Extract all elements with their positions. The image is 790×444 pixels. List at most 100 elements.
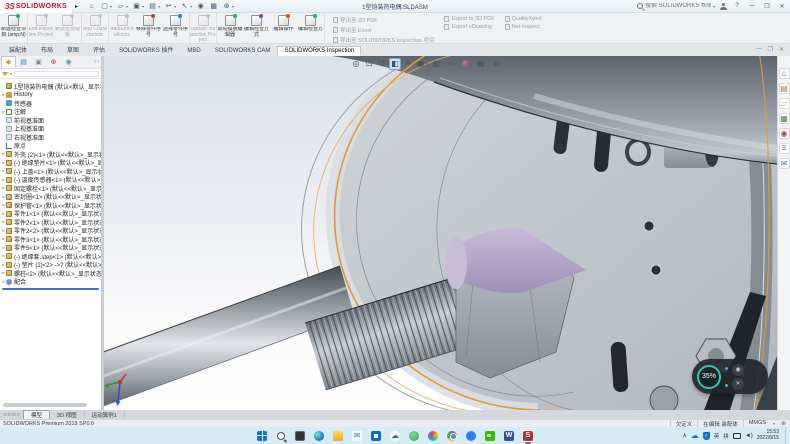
search-button[interactable] <box>275 430 287 442</box>
file-explorer-icon[interactable] <box>332 430 344 442</box>
section-view-icon[interactable] <box>389 58 401 70</box>
volume-icon[interactable]: ◄) <box>745 433 753 439</box>
chrome-icon[interactable] <box>446 430 458 442</box>
screen-recorder-overlay[interactable]: 35% ◉ ✕ <box>692 359 768 394</box>
export-menu-item[interactable]: Export eDrawing <box>444 24 494 30</box>
new-inspection-template[interactable]: 新建检查模板 <box>54 13 81 43</box>
file-explorer-icon[interactable] <box>779 98 790 109</box>
previous-view-icon[interactable] <box>376 58 388 70</box>
home-icon[interactable]: ⌂ <box>87 2 96 11</box>
export-menu-item[interactable]: 导出至 2D PDF <box>333 16 434 24</box>
tree-item[interactable]: 上视基准面 <box>1 125 101 134</box>
open-icon[interactable]: ▱ <box>116 2 128 11</box>
blue-app-icon[interactable] <box>465 430 477 442</box>
filter-caret-icon[interactable]: ▾ <box>10 71 12 76</box>
tab-scroll-controls[interactable] <box>0 413 23 417</box>
tab-featuremanager[interactable] <box>1 56 16 68</box>
rebuild-lights-icon[interactable]: ◉ <box>196 2 205 11</box>
add-edit-balloons[interactable]: Add/Edit Balloons <box>108 13 135 43</box>
export-menu-item[interactable]: Net-Inspect <box>505 24 542 30</box>
search-input[interactable] <box>645 3 711 9</box>
edit-inspection-methods[interactable]: 编辑检查方式 <box>243 13 270 43</box>
recorder-stop-button[interactable]: ✕ <box>732 378 744 390</box>
display-tray-icon[interactable] <box>733 433 741 439</box>
edge-icon[interactable] <box>313 430 325 442</box>
tree-item[interactable]: 前视基准面 <box>1 116 101 125</box>
ribbon-tab[interactable]: MBD <box>180 46 207 56</box>
solidworks-forum-icon[interactable] <box>779 158 790 169</box>
model-tab[interactable]: 运动算例1 <box>85 410 125 419</box>
edit-operations[interactable]: 编辑操作 <box>270 13 297 43</box>
login-icon[interactable] <box>720 3 727 10</box>
show-desktop-button[interactable] <box>785 427 787 444</box>
remove-balloons[interactable]: 移除零件序号 <box>135 13 162 43</box>
display-style-icon[interactable] <box>431 58 446 70</box>
security-shield-icon[interactable]: ✓ <box>703 432 710 440</box>
launch-template-editor[interactable]: 启动模板编辑器 <box>216 13 243 43</box>
tree-item[interactable]: (-) 绝缘垫片<1> (默认<<默认>_显示 <box>1 159 101 168</box>
onedrive-tray-icon[interactable]: ☁ <box>691 431 699 440</box>
tree-item[interactable]: (-) 绝缘套.step<1> (默认<<默认>_ <box>1 252 101 261</box>
design-library-icon[interactable] <box>779 83 790 94</box>
hide-show-items-icon[interactable] <box>446 58 459 70</box>
dynamic-annotation-views-icon[interactable] <box>402 58 414 70</box>
tree-item[interactable]: 螺柱<2> (默认<<默认>_显示状态 <box>1 269 101 278</box>
solidworks-icon[interactable] <box>522 430 534 442</box>
task-view-button[interactable] <box>294 430 306 442</box>
minimize-button[interactable]: — <box>747 3 757 9</box>
tree-item[interactable]: 外壳 (2)<1> (默认<<默认>_显示状态 <box>1 150 101 159</box>
wechat-icon[interactable] <box>484 430 496 442</box>
print-icon[interactable]: ▤ <box>148 2 160 11</box>
view-orientation-icon[interactable] <box>415 58 430 70</box>
update-inspection-project[interactable]: Update Inspection Project <box>189 13 216 43</box>
ribbon-tab[interactable]: SOLIDWORKS Inspection <box>277 46 361 56</box>
filter-funnel-icon[interactable] <box>2 72 8 76</box>
tree-item[interactable]: 配合 <box>1 278 101 287</box>
select-cursor-icon[interactable]: ↖ <box>180 2 192 11</box>
view-palette-icon[interactable] <box>779 113 790 124</box>
tab-configurationmanager[interactable] <box>31 56 46 68</box>
tree-item[interactable]: 零件2<1> (默认<<默认>_显示状态 <box>1 218 101 227</box>
ime-indicator[interactable]: 拼 <box>723 432 729 440</box>
tree-item[interactable]: (-) 温度传感器<1> (默认<<默认>_显 <box>1 176 101 185</box>
model-tab[interactable]: 模型 <box>23 410 50 419</box>
export-menu-item[interactable]: Export to 3D PDF <box>444 16 494 22</box>
close-button[interactable]: ✕ <box>777 3 787 10</box>
green-app-icon[interactable] <box>408 430 420 442</box>
tree-item[interactable]: 零件2<2> (默认<<默认>_显示状态 <box>1 227 101 236</box>
ribbon-tab[interactable]: SOLIDWORKS 插件 <box>112 43 180 56</box>
restore-button[interactable]: ❐ <box>762 3 772 10</box>
zoom-to-fit-icon[interactable] <box>350 58 362 70</box>
solidworks-resources-icon[interactable] <box>779 68 790 79</box>
tab-propertymanager[interactable] <box>16 56 31 68</box>
taskbar-clock[interactable]: 15:53 2022/8/15 <box>757 430 779 441</box>
doc-restore-button[interactable]: ❐ <box>768 46 773 53</box>
menu-flyout-icon[interactable]: ▸ <box>75 3 78 10</box>
add-characteristic[interactable]: Add Characteristic <box>81 13 108 43</box>
word-icon[interactable] <box>503 430 515 442</box>
export-menu-item[interactable]: 导出至 Excel <box>333 26 434 34</box>
tray-chevron-icon[interactable]: ∧ <box>682 432 686 439</box>
tab-dimxpertmanager[interactable] <box>46 56 61 68</box>
help-search[interactable]: ▾ <box>637 3 715 9</box>
language-indicator[interactable]: 英 <box>714 432 720 440</box>
tree-item[interactable]: (-) 上盖<1> (默认<<默认>_显示状态 <box>1 167 101 176</box>
ribbon-tab[interactable]: 布局 <box>34 43 60 56</box>
edit-inspection[interactable]: 编辑检查方 <box>297 13 324 43</box>
ribbon-tab[interactable]: 草图 <box>60 43 86 56</box>
custom-properties-icon[interactable] <box>779 143 790 154</box>
tree-item[interactable]: 零件1<1> (默认<<默认>_显示状态- <box>1 210 101 219</box>
onedrive-icon[interactable] <box>389 430 401 442</box>
appearances-scenes-icon[interactable] <box>779 128 790 139</box>
select-balloons[interactable]: 选择零件序号 <box>162 13 189 43</box>
ribbon-tab[interactable]: 评估 <box>86 43 112 56</box>
start-button[interactable] <box>256 430 268 442</box>
model-tab[interactable]: 3D 视图 <box>50 410 85 419</box>
new-inspection-project[interactable]: 新建检查项目 (amp;N) <box>0 13 27 43</box>
tree-item[interactable]: History <box>1 91 101 100</box>
tree-item[interactable]: (-) 垫片 (2)<2> ->? (默认<<默认> <box>1 261 101 270</box>
tab-displaymanager[interactable] <box>61 56 76 68</box>
tree-item[interactable]: 零件3<1> (默认<<默认>_显示状态 <box>1 235 101 244</box>
mail-icon[interactable] <box>351 430 363 442</box>
apply-scene-icon[interactable] <box>475 58 490 70</box>
